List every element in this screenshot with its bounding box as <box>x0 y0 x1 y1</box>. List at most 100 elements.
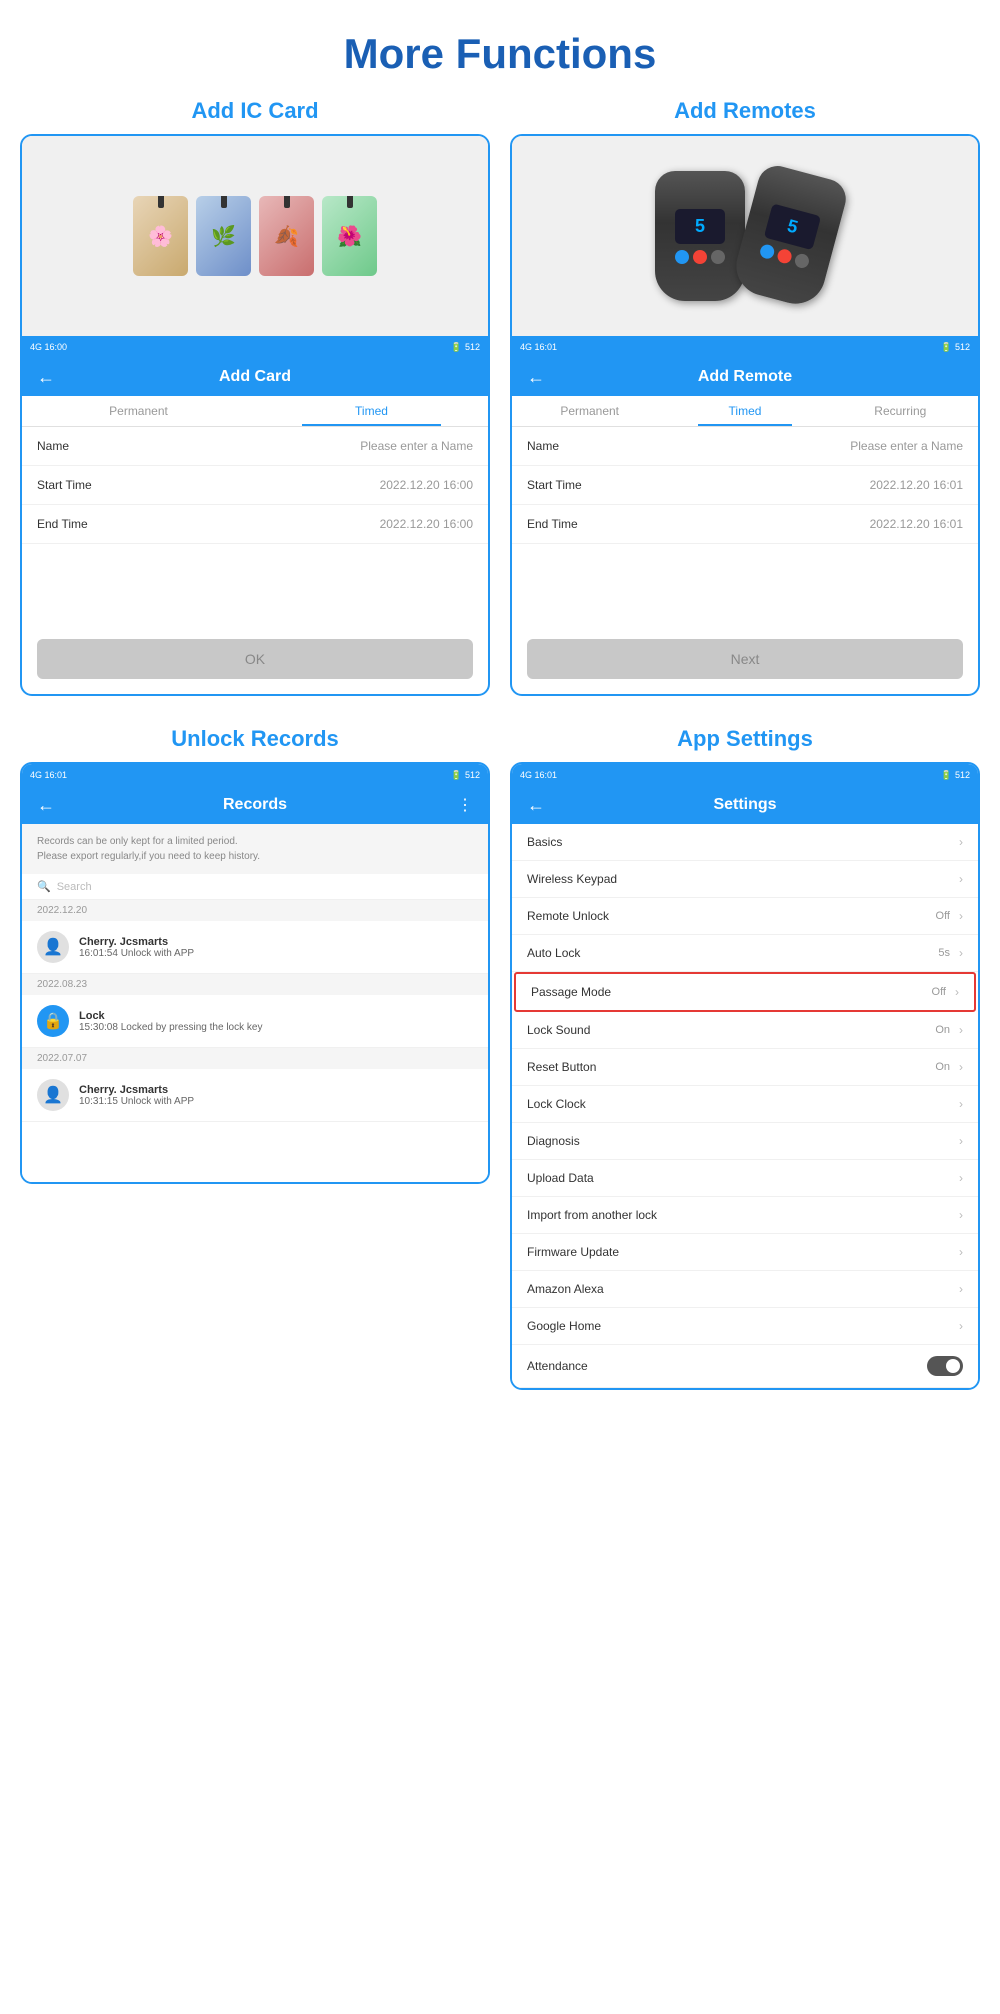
key-fob-2: 5 <box>730 162 851 311</box>
status-bar-records: 4G 16:01 🔋 512 <box>22 764 488 786</box>
key-btn-1 <box>675 250 689 264</box>
records-notice: Records can be only kept for a limited p… <box>22 824 488 874</box>
settings-lock-clock[interactable]: Lock Clock › <box>512 1086 978 1123</box>
status-right-remote: 🔋 512 <box>941 342 970 353</box>
arrow-upload-data: › <box>959 1171 963 1185</box>
records-frame: 4G 16:01 🔋 512 ← Records ⋮ Records can b… <box>20 762 490 1184</box>
key-fob-screen-2: 5 <box>764 203 821 250</box>
ic-card-3: 🍂 <box>259 196 314 276</box>
status-left-records: 4G 16:01 <box>30 770 67 780</box>
page-title: More Functions <box>20 20 980 78</box>
settings-frame: 4G 16:01 🔋 512 ← Settings Basics › <box>510 762 980 1390</box>
tab-timed-remote[interactable]: Timed <box>667 396 822 426</box>
status-bar-remote: 4G 16:01 🔋 512 <box>512 336 978 358</box>
status-left-ic: 4G 16:00 <box>30 342 67 352</box>
ok-button[interactable]: OK <box>37 639 473 679</box>
add-remote-form: Name Please enter a Name Start Time 2022… <box>512 427 978 679</box>
field-start-ic: Start Time 2022.12.20 16:00 <box>22 466 488 505</box>
date-group-3: 2022.07.07 <box>22 1048 488 1069</box>
status-bar-ic: 4G 16:00 🔋 512 <box>22 336 488 358</box>
remote-image: 5 5 <box>512 136 978 336</box>
tab-permanent-ic[interactable]: Permanent <box>22 396 255 426</box>
settings-passage-mode[interactable]: Passage Mode Off › <box>514 972 976 1012</box>
back-arrow-settings[interactable]: ← <box>527 795 545 816</box>
record-item-2: 🔒 Lock 15:30:08 Locked by pressing the l… <box>22 995 488 1048</box>
unlock-records-section: Unlock Records 4G 16:01 🔋 512 ← Records … <box>20 726 490 1390</box>
settings-basics[interactable]: Basics › <box>512 824 978 861</box>
settings-reset-button[interactable]: Reset Button On › <box>512 1049 978 1086</box>
back-arrow-ic[interactable]: ← <box>37 367 55 388</box>
key-fob-screen-1: 5 <box>675 209 725 244</box>
record-text-1: Cherry. Jcsmarts 16:01:54 Unlock with AP… <box>79 936 194 959</box>
date-group-2: 2022.08.23 <box>22 974 488 995</box>
key-btn-3 <box>711 250 725 264</box>
arrow-keypad: › <box>959 872 963 886</box>
add-remotes-title: Add Remotes <box>674 98 816 124</box>
search-bar[interactable]: 🔍 Search <box>22 874 488 900</box>
add-ic-card-section: Add IC Card 🌸 🌿 🍂 🌺 <box>20 98 490 696</box>
field-end-remote: End Time 2022.12.20 16:01 <box>512 505 978 544</box>
search-input[interactable]: Search <box>57 881 92 893</box>
settings-attendance[interactable]: Attendance <box>512 1345 978 1388</box>
date-group-1: 2022.12.20 <box>22 900 488 921</box>
ic-card-2: 🌿 <box>196 196 251 276</box>
back-arrow-records[interactable]: ← <box>37 795 55 816</box>
status-right-ic: 🔋 512 <box>451 342 480 353</box>
settings-lock-sound[interactable]: Lock Sound On › <box>512 1012 978 1049</box>
record-text-3: Cherry. Jcsmarts 10:31:15 Unlock with AP… <box>79 1084 194 1107</box>
record-item-1: 👤 Cherry. Jcsmarts 16:01:54 Unlock with … <box>22 921 488 974</box>
records-notice-text: Records can be only kept for a limited p… <box>37 834 473 864</box>
status-left-settings: 4G 16:01 <box>520 770 557 780</box>
settings-diagnosis[interactable]: Diagnosis › <box>512 1123 978 1160</box>
add-ic-card-frame: 🌸 🌿 🍂 🌺 4G 16:00 🔋 <box>20 134 490 696</box>
settings-firmware-update[interactable]: Firmware Update › <box>512 1234 978 1271</box>
settings-wireless-keypad[interactable]: Wireless Keypad › <box>512 861 978 898</box>
status-right-records: 🔋 512 <box>451 770 480 781</box>
settings-upload-data[interactable]: Upload Data › <box>512 1160 978 1197</box>
add-remote-title: Add Remote <box>698 368 792 386</box>
next-button[interactable]: Next <box>527 639 963 679</box>
search-icon: 🔍 <box>37 880 51 893</box>
arrow-google-home: › <box>959 1319 963 1333</box>
field-start-remote: Start Time 2022.12.20 16:01 <box>512 466 978 505</box>
tab-timed-ic[interactable]: Timed <box>255 396 488 426</box>
add-card-form: Name Please enter a Name Start Time 2022… <box>22 427 488 679</box>
arrow-passage-mode: › <box>955 985 959 999</box>
settings-amazon-alexa[interactable]: Amazon Alexa › <box>512 1271 978 1308</box>
arrow-auto-lock: › <box>959 946 963 960</box>
key-btn-4 <box>759 243 776 260</box>
arrow-import-lock: › <box>959 1208 963 1222</box>
avatar-2: 🔒 <box>37 1005 69 1037</box>
unlock-records-title: Unlock Records <box>171 726 339 752</box>
key-btn-5 <box>776 247 793 264</box>
add-card-title: Add Card <box>219 368 291 386</box>
record-text-2: Lock 15:30:08 Locked by pressing the loc… <box>79 1010 262 1033</box>
ic-card-image: 🌸 🌿 🍂 🌺 <box>22 136 488 336</box>
arrow-basics: › <box>959 835 963 849</box>
arrow-lock-clock: › <box>959 1097 963 1111</box>
key-btn-6 <box>794 252 811 269</box>
attendance-toggle[interactable] <box>927 1356 963 1376</box>
key-fob-1: 5 <box>655 171 745 301</box>
settings-remote-unlock[interactable]: Remote Unlock Off › <box>512 898 978 935</box>
settings-google-home[interactable]: Google Home › <box>512 1308 978 1345</box>
record-item-3: 👤 Cherry. Jcsmarts 10:31:15 Unlock with … <box>22 1069 488 1122</box>
field-name-remote: Name Please enter a Name <box>512 427 978 466</box>
tab-permanent-remote[interactable]: Permanent <box>512 396 667 426</box>
ic-card-1: 🌸 <box>133 196 188 276</box>
settings-auto-lock[interactable]: Auto Lock 5s › <box>512 935 978 972</box>
tab-recurring-remote[interactable]: Recurring <box>823 396 978 426</box>
arrow-amazon-alexa: › <box>959 1282 963 1296</box>
avatar-1: 👤 <box>37 931 69 963</box>
back-arrow-remote[interactable]: ← <box>527 367 545 388</box>
add-remotes-frame: 5 5 <box>510 134 980 696</box>
settings-title: Settings <box>713 796 776 814</box>
add-card-tabs: Permanent Timed <box>22 396 488 427</box>
more-options-icon[interactable]: ⋮ <box>457 795 473 815</box>
settings-import-lock[interactable]: Import from another lock › <box>512 1197 978 1234</box>
status-left-remote: 4G 16:01 <box>520 342 557 352</box>
ic-card-4: 🌺 <box>322 196 377 276</box>
app-settings-section: App Settings 4G 16:01 🔋 512 ← Settings B… <box>510 726 980 1390</box>
arrow-diagnosis: › <box>959 1134 963 1148</box>
add-remotes-section: Add Remotes 5 5 <box>510 98 980 696</box>
